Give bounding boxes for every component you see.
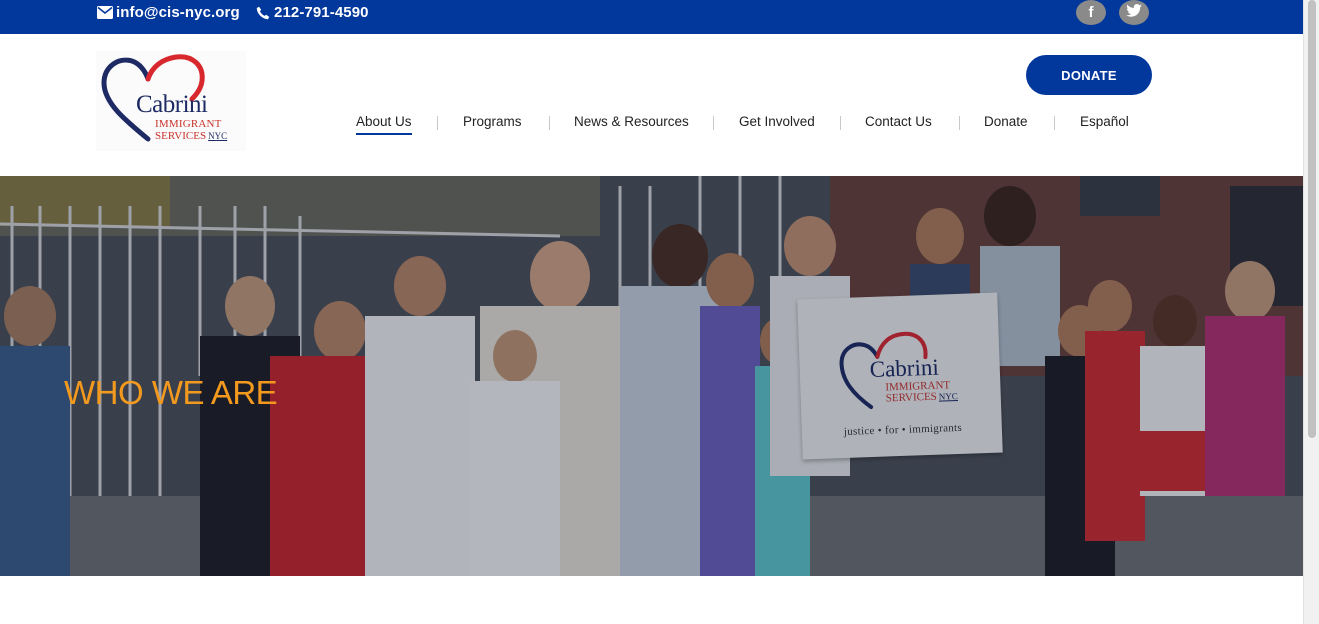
top-contact-bar: info@cis-nyc.org 212-791-4590 f — [0, 0, 1303, 34]
nav-get-involved[interactable]: Get Involved — [739, 114, 815, 129]
envelope-icon — [96, 5, 113, 21]
nav-divider — [437, 116, 438, 130]
email-link[interactable]: info@cis-nyc.org — [96, 4, 240, 21]
page-scrollbar[interactable] — [1303, 0, 1319, 624]
nav-news-resources[interactable]: News & Resources — [574, 114, 689, 129]
nav-about-us[interactable]: About Us — [356, 114, 412, 135]
nav-divider — [549, 116, 550, 130]
phone-text: 212-791-4590 — [274, 4, 369, 21]
phone-link[interactable]: 212-791-4590 — [254, 4, 369, 21]
nav-divider — [1054, 116, 1055, 130]
twitter-icon — [1126, 4, 1142, 21]
phone-icon — [254, 5, 271, 21]
nav-espanol[interactable]: Español — [1080, 114, 1129, 129]
main-nav: About Us Programs News & Resources Get I… — [0, 114, 1303, 138]
facebook-button[interactable]: f — [1076, 0, 1106, 25]
nav-divider — [713, 116, 714, 130]
hero-banner: Cabrini IMMIGRANT SERVICES NYC justice • … — [0, 176, 1303, 576]
nav-divider — [840, 116, 841, 130]
nav-donate[interactable]: Donate — [984, 114, 1028, 129]
nav-programs[interactable]: Programs — [463, 114, 522, 129]
donate-button[interactable]: DONATE — [1026, 55, 1152, 95]
email-text: info@cis-nyc.org — [116, 4, 240, 21]
nav-divider — [959, 116, 960, 130]
scrollbar-thumb[interactable] — [1308, 0, 1316, 438]
nav-contact-us[interactable]: Contact Us — [865, 114, 932, 129]
page-title: WHO WE ARE — [64, 374, 278, 411]
facebook-icon: f — [1088, 4, 1094, 21]
site-header: Cabrini IMMIGRANT SERVICES NYC DONATE Abo… — [0, 34, 1303, 176]
twitter-button[interactable] — [1119, 0, 1149, 25]
